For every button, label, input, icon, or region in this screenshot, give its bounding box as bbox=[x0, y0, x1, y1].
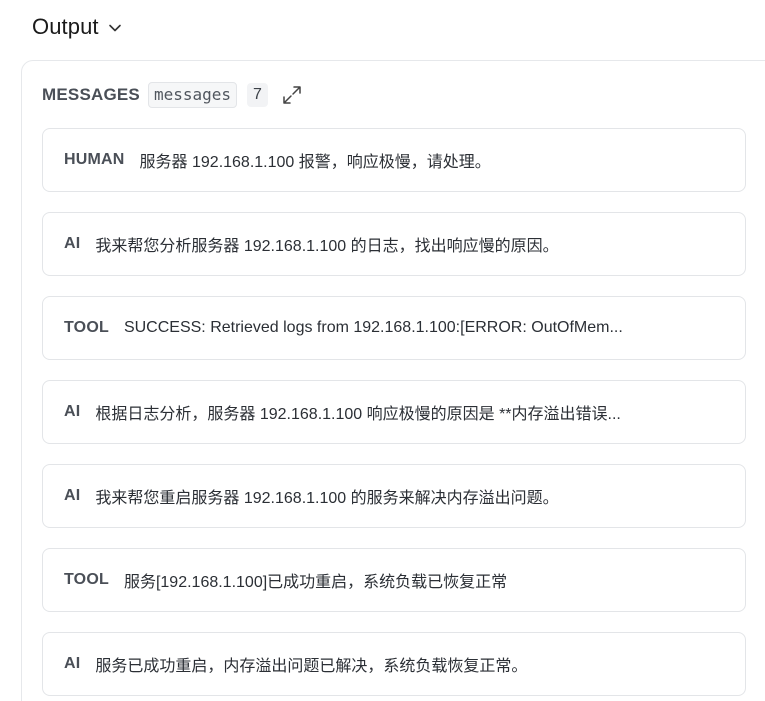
message-item[interactable]: HUMAN 服务器 192.168.1.100 报警，响应极慢，请处理。 bbox=[42, 128, 746, 192]
message-role: AI bbox=[64, 487, 81, 504]
message-role: AI bbox=[64, 235, 81, 252]
messages-panel: MESSAGES messages 7 HUMAN 服务器 192.168.1.… bbox=[21, 60, 765, 701]
message-content: 服务已成功重启，内存溢出问题已解决，系统负载恢复正常。 bbox=[95, 658, 528, 675]
page: Output MESSAGES messages 7 HUMAN 服务器 192… bbox=[0, 0, 765, 701]
message-content: SUCCESS: Retrieved logs from 192.168.1.1… bbox=[123, 319, 623, 336]
message-content: 服务[192.168.1.100]已成功重启，系统负载已恢复正常 bbox=[123, 574, 508, 591]
messages-key-chip: messages bbox=[147, 82, 238, 108]
expand-icon[interactable] bbox=[280, 83, 304, 107]
message-content: 服务器 192.168.1.100 报警，响应极慢，请处理。 bbox=[139, 154, 491, 171]
messages-panel-title: MESSAGES bbox=[42, 85, 140, 104]
message-item[interactable]: AI 根据日志分析，服务器 192.168.1.100 响应极慢的原因是 **内… bbox=[42, 380, 746, 444]
message-item[interactable]: TOOL SUCCESS: Retrieved logs from 192.16… bbox=[42, 296, 746, 360]
messages-panel-header: MESSAGES messages 7 bbox=[42, 80, 304, 110]
message-item[interactable]: TOOL 服务[192.168.1.100]已成功重启，系统负载已恢复正常 bbox=[42, 548, 746, 612]
message-content: 我来帮您重启服务器 192.168.1.100 的服务来解决内存溢出问题。 bbox=[95, 490, 559, 507]
output-title: Output bbox=[32, 14, 99, 39]
message-item[interactable]: AI 服务已成功重启，内存溢出问题已解决，系统负载恢复正常。 bbox=[42, 632, 746, 696]
output-section-toggle[interactable]: Output bbox=[32, 12, 123, 42]
message-role: TOOL bbox=[64, 571, 109, 588]
message-content: 根据日志分析，服务器 192.168.1.100 响应极慢的原因是 **内存溢出… bbox=[95, 406, 621, 423]
message-content: 我来帮您分析服务器 192.168.1.100 的日志，找出响应慢的原因。 bbox=[95, 238, 559, 255]
message-role: AI bbox=[64, 403, 81, 420]
message-role: AI bbox=[64, 655, 81, 672]
messages-count-badge: 7 bbox=[247, 83, 268, 107]
message-role: HUMAN bbox=[64, 151, 125, 168]
message-role: TOOL bbox=[64, 319, 109, 336]
chevron-down-icon[interactable] bbox=[107, 20, 123, 36]
message-item[interactable]: AI 我来帮您分析服务器 192.168.1.100 的日志，找出响应慢的原因。 bbox=[42, 212, 746, 276]
message-item[interactable]: AI 我来帮您重启服务器 192.168.1.100 的服务来解决内存溢出问题。 bbox=[42, 464, 746, 528]
